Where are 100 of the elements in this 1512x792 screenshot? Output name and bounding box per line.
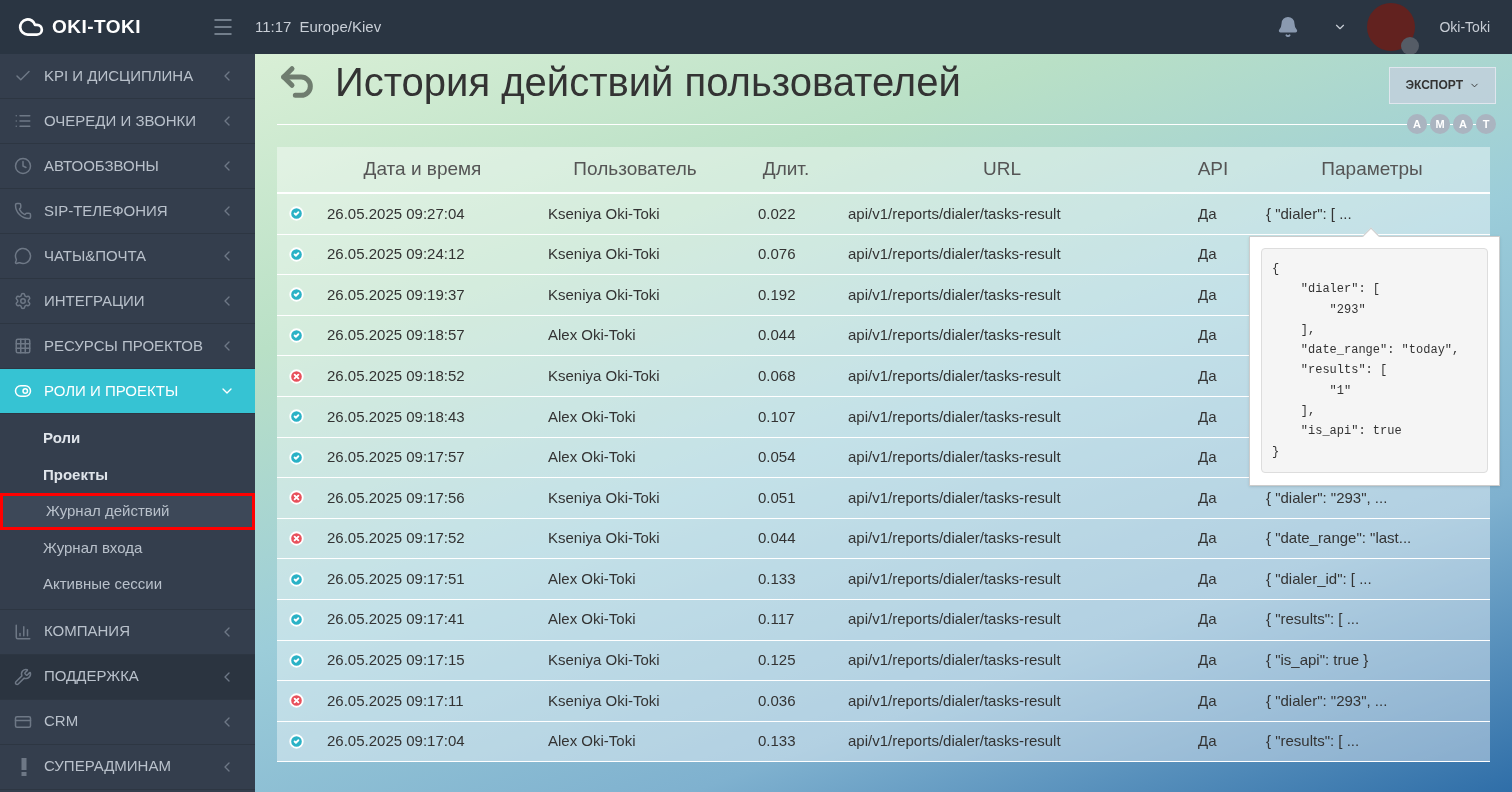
sidebar-label: KPI И ДИСЦИПЛИНА	[44, 65, 195, 86]
table-cell: 26.05.2025 09:18:52	[327, 366, 465, 384]
column-header[interactable]: Дата и время	[363, 155, 482, 184]
table-cell[interactable]: { "date_range": "last...	[1266, 529, 1412, 547]
table-cell: Alex Oki-Toki	[548, 732, 636, 750]
table-cell[interactable]: { "is_api": true }	[1266, 651, 1369, 669]
table-cell: 26.05.2025 09:24:12	[327, 245, 465, 263]
table-cell: Да	[1198, 285, 1217, 303]
table-cell: Да	[1198, 488, 1217, 506]
table-cell: 0.044	[758, 326, 796, 344]
table-cell: 0.107	[758, 407, 796, 425]
export-button[interactable]: ЭКСПОРТ	[1389, 66, 1496, 104]
column-header[interactable]: Пользователь	[573, 155, 697, 184]
sidebar-label: ОЧЕРЕДИ И ЗВОНКИ	[44, 110, 197, 131]
table-cell: Alex Oki-Toki	[548, 569, 636, 587]
sidebar-label: SIP-ТЕЛЕФОНИЯ	[44, 200, 169, 221]
column-header[interactable]: URL	[983, 155, 1021, 184]
table-cell: Да	[1198, 529, 1217, 547]
table-cell: api/v1/reports/dialer/tasks-result	[848, 326, 1061, 344]
table-cell: Kseniya Oki-Toki	[548, 204, 660, 222]
table-cell: 26.05.2025 09:17:04	[327, 732, 465, 750]
table-cell: 0.133	[758, 569, 796, 587]
table-cell: Да	[1198, 732, 1217, 750]
table-cell: api/v1/reports/dialer/tasks-result	[848, 529, 1061, 547]
table-cell: Да	[1198, 448, 1217, 466]
table-cell: api/v1/reports/dialer/tasks-result	[848, 651, 1061, 669]
table-cell: Kseniya Oki-Toki	[548, 691, 660, 709]
table-cell: Да	[1198, 651, 1217, 669]
table-cell: api/v1/reports/dialer/tasks-result	[848, 285, 1061, 303]
submenu-item[interactable]: Роли	[0, 420, 255, 457]
page-title: История действий пользователей	[335, 59, 961, 106]
user-name: Oki-Toki	[1439, 17, 1490, 37]
sidebar-label: РЕСУРСЫ ПРОЕКТОВ	[44, 335, 205, 356]
sidebar-label: СУПЕРАДМИНАМ	[44, 756, 172, 777]
table-cell: Да	[1198, 326, 1217, 344]
table-cell: Alex Oki-Toki	[548, 448, 636, 466]
table-cell: Да	[1198, 245, 1217, 263]
sidebar-label: CRM	[44, 711, 80, 732]
table-cell[interactable]: { "dialer": [ ...	[1266, 204, 1352, 222]
table-cell: 0.051	[758, 488, 796, 506]
sidebar-label: АВТООБЗВОНЫ	[44, 155, 160, 176]
submenu-item[interactable]: Активные сессии	[0, 566, 255, 603]
table-cell[interactable]: { "results": [ ...	[1266, 610, 1360, 628]
table-cell: api/v1/reports/dialer/tasks-result	[848, 245, 1061, 263]
table-cell: Alex Oki-Toki	[548, 407, 636, 425]
menu-icon	[14, 337, 32, 355]
menu-icon	[14, 622, 32, 641]
submenu-item[interactable]: Журнал входа	[0, 529, 255, 566]
table-cell: Kseniya Oki-Toki	[548, 488, 660, 506]
column-header[interactable]: Параметры	[1321, 155, 1423, 184]
table-cell: 0.076	[758, 245, 796, 263]
sidebar-label: ЧАТЫ&ПОЧТА	[44, 245, 148, 266]
json-code-block: { "dialer": [ "293" ], "date_range": "today", "results": [ "1" ], "is_api": true }	[1261, 248, 1488, 473]
table-cell: 0.036	[758, 691, 796, 709]
sidebar-label: КОМПАНИЯ	[44, 621, 131, 642]
table-cell: Да	[1198, 204, 1217, 222]
menu-icon	[14, 667, 32, 686]
menu-icon	[14, 112, 32, 130]
table-cell: api/v1/reports/dialer/tasks-result	[848, 366, 1061, 384]
menu-icon	[14, 157, 32, 175]
table-cell: Kseniya Oki-Toki	[548, 366, 660, 384]
table-cell[interactable]: { "results": [ ...	[1266, 732, 1360, 750]
column-header[interactable]: Длит.	[762, 155, 810, 184]
table-cell: 26.05.2025 09:18:57	[327, 326, 465, 344]
table-cell: Да	[1198, 610, 1217, 628]
status-indicator	[1401, 37, 1420, 55]
table-cell: 0.125	[758, 651, 796, 669]
sidebar-item[interactable]: ПОДДЕРЖКА	[0, 654, 255, 700]
table-cell: api/v1/reports/dialer/tasks-result	[848, 407, 1061, 425]
sidebar-label: ИНТЕГРАЦИИ	[44, 290, 146, 311]
submenu-item[interactable]: Журнал действий	[0, 493, 255, 530]
table-cell: 26.05.2025 09:17:51	[327, 569, 465, 587]
menu-icon	[14, 202, 32, 220]
table-cell: 26.05.2025 09:18:43	[327, 407, 465, 425]
table-cell: 0.022	[758, 204, 796, 222]
table-cell[interactable]: { "dialer": "293", ...	[1266, 488, 1388, 506]
table-cell: 26.05.2025 09:17:15	[327, 651, 465, 669]
table-cell: 26.05.2025 09:17:41	[327, 610, 465, 628]
notifications-button[interactable]	[1277, 16, 1300, 38]
clock-time: 11:17	[255, 16, 292, 37]
table-cell: Kseniya Oki-Toki	[548, 285, 660, 303]
menu-icon	[14, 382, 32, 400]
table-cell[interactable]: { "dialer_id": [ ...	[1266, 569, 1372, 587]
logo-text: OKI-TOKI	[52, 14, 141, 39]
table-cell: Alex Oki-Toki	[548, 326, 636, 344]
table-cell: Да	[1198, 407, 1217, 425]
table-cell: 26.05.2025 09:17:52	[327, 529, 465, 547]
sidebar-label: РОЛИ И ПРОЕКТЫ	[44, 380, 180, 401]
table-cell: Kseniya Oki-Toki	[548, 651, 660, 669]
table-cell[interactable]: { "dialer": "293", ...	[1266, 691, 1388, 709]
table-cell: api/v1/reports/dialer/tasks-result	[848, 204, 1061, 222]
table-cell: 26.05.2025 09:17:57	[327, 448, 465, 466]
column-header[interactable]: API	[1197, 155, 1229, 184]
avatar[interactable]	[1367, 3, 1416, 51]
table-cell: 26.05.2025 09:17:11	[327, 691, 464, 709]
table-cell: 26.05.2025 09:27:04	[327, 204, 465, 222]
table-cell: Да	[1198, 691, 1217, 709]
table-cell: api/v1/reports/dialer/tasks-result	[848, 569, 1061, 587]
submenu-item[interactable]: Проекты	[0, 456, 255, 493]
table-cell: 0.133	[758, 732, 796, 750]
